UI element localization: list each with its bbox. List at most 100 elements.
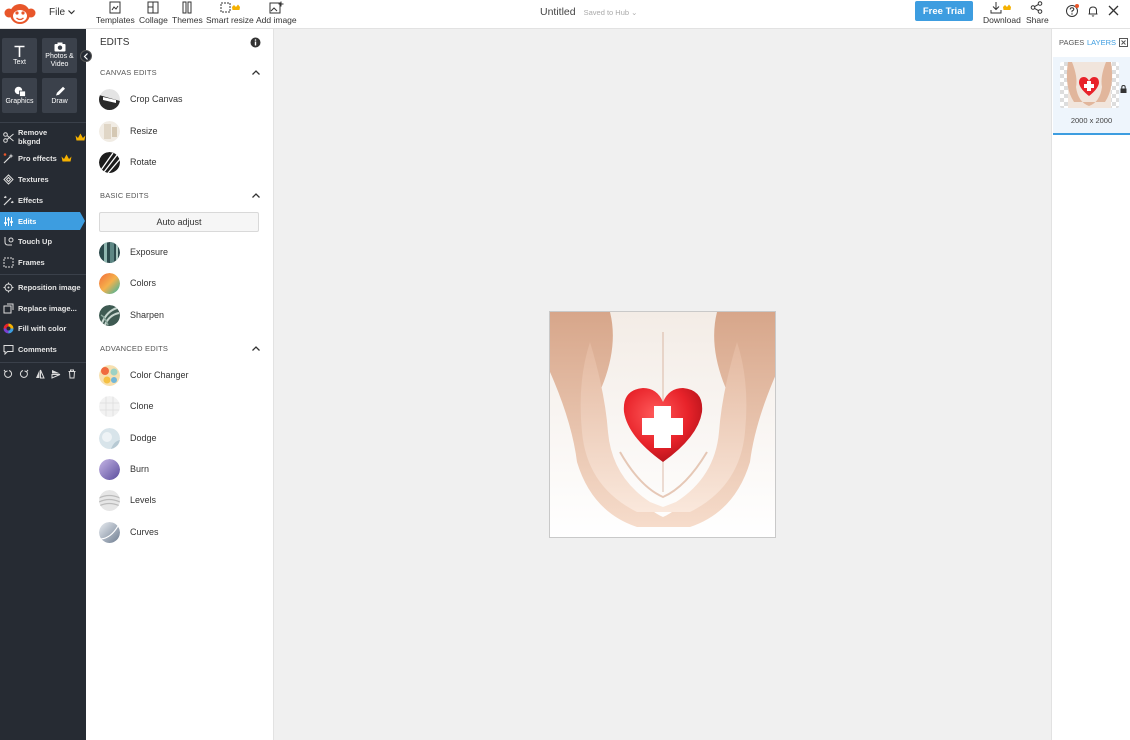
help-icon[interactable]: [1065, 4, 1079, 18]
bell-icon[interactable]: [1086, 4, 1100, 18]
picmonkey-logo[interactable]: [4, 2, 36, 26]
clone-icon: [99, 395, 120, 417]
saved-status[interactable]: Saved to Hub ⌄: [584, 8, 638, 17]
canvas-edits-header[interactable]: CANVAS EDITS: [100, 68, 260, 77]
rail-item-comments[interactable]: Comments: [0, 340, 86, 358]
chevron-up-icon: [252, 70, 260, 75]
redo-button[interactable]: [19, 369, 29, 382]
color-wheel-icon: [3, 323, 14, 333]
edit-label: Curves: [130, 527, 159, 537]
free-trial-button[interactable]: Free Trial: [915, 1, 973, 21]
info-icon[interactable]: [250, 37, 261, 48]
graphics-tile[interactable]: Graphics: [2, 78, 37, 113]
rail-item-pro-effects[interactable]: Pro effects: [0, 149, 86, 167]
rail-item-remove-background[interactable]: Remove bkgnd: [0, 128, 86, 146]
tab-layers[interactable]: LAYERS: [1087, 38, 1116, 47]
tab-pages[interactable]: PAGES: [1059, 38, 1084, 47]
edit-colors[interactable]: Colors: [99, 272, 259, 294]
crown-icon: [231, 4, 240, 10]
delete-button[interactable]: [67, 369, 77, 382]
undo-button[interactable]: [3, 369, 13, 382]
color-changer-icon: [99, 364, 120, 386]
lock-icon[interactable]: [1120, 85, 1127, 93]
edit-curves[interactable]: Curves: [99, 521, 259, 543]
rail-item-frames[interactable]: Frames: [0, 253, 86, 271]
rail-item-label: Pro effects: [18, 153, 57, 163]
edit-label: Dodge: [130, 433, 157, 443]
rail-item-touch-up[interactable]: Touch Up: [0, 232, 86, 250]
artboard-image[interactable]: [549, 311, 776, 538]
advanced-edits-header[interactable]: ADVANCED EDITS: [100, 344, 260, 353]
file-menu-label: File: [49, 7, 66, 18]
edit-rotate[interactable]: Rotate: [99, 151, 259, 173]
edit-color-changer[interactable]: Color Changer: [99, 364, 259, 386]
download-label: Download: [983, 15, 1021, 25]
rail-item-effects[interactable]: Effects: [0, 191, 86, 209]
replace-image-icon: [3, 303, 14, 313]
hands-holding-heart-image: [550, 312, 775, 537]
edit-label: Levels: [130, 495, 157, 505]
templates-label: Templates: [96, 15, 135, 25]
close-panel-icon[interactable]: [1119, 38, 1128, 47]
collapse-panel-button[interactable]: [80, 50, 92, 62]
themes-button[interactable]: Themes: [172, 0, 203, 29]
rail-divider: [0, 274, 86, 275]
layer-thumbnail: [1060, 62, 1119, 108]
document-title-area: Untitled Saved to Hub ⌄: [540, 6, 637, 18]
download-button[interactable]: Download: [983, 0, 1021, 29]
text-tool-tile[interactable]: Text: [2, 38, 37, 73]
rail-item-fill-with-color[interactable]: Fill with color: [0, 319, 86, 337]
file-menu[interactable]: File: [49, 7, 76, 18]
flip-vertical-button[interactable]: [51, 369, 61, 382]
rail-item-textures[interactable]: Textures: [0, 170, 86, 188]
photos-video-tile[interactable]: Photos & Video: [42, 38, 77, 73]
rail-item-label: Touch Up: [18, 236, 53, 246]
templates-button[interactable]: Templates: [96, 0, 135, 29]
collage-button[interactable]: Collage: [139, 0, 168, 29]
close-icon[interactable]: [1107, 4, 1120, 17]
edit-resize[interactable]: Resize: [99, 120, 259, 142]
edit-burn[interactable]: Burn: [99, 458, 259, 480]
levels-icon: [99, 489, 120, 511]
flip-horizontal-button[interactable]: [35, 369, 45, 382]
add-image-button[interactable]: Add image: [256, 0, 297, 29]
rail-item-reposition-image[interactable]: Reposition image: [0, 278, 86, 296]
edit-clone[interactable]: Clone: [99, 395, 259, 417]
themes-icon: [182, 1, 192, 14]
chevron-down-icon: ⌄: [631, 8, 638, 17]
edit-levels[interactable]: Levels: [99, 489, 259, 511]
text-tile-label: Text: [13, 58, 26, 66]
text-icon: [14, 45, 25, 57]
auto-adjust-button[interactable]: Auto adjust: [99, 212, 259, 232]
edit-sharpen[interactable]: Sharpen: [99, 304, 259, 326]
smart-resize-button[interactable]: Smart resize: [206, 0, 254, 29]
flip-horizontal-icon: [36, 369, 45, 379]
colors-icon: [99, 272, 120, 294]
editor-canvas[interactable]: [274, 29, 1051, 740]
rail-item-label: Edits: [18, 216, 37, 226]
share-button[interactable]: Share: [1026, 0, 1049, 29]
exposure-icon: [99, 241, 120, 263]
chevron-up-icon: [252, 193, 260, 198]
layer-item[interactable]: 2000 x 2000: [1053, 57, 1130, 135]
edit-label: Rotate: [130, 157, 157, 167]
panel-title: EDITS: [100, 37, 130, 48]
draw-tile[interactable]: Draw: [42, 78, 77, 113]
rail-item-label: Replace image...: [18, 303, 77, 313]
edit-dodge[interactable]: Dodge: [99, 427, 259, 449]
document-title[interactable]: Untitled: [540, 6, 576, 18]
rail-item-replace-image[interactable]: Replace image...: [0, 299, 86, 317]
rail-item-edits[interactable]: Edits: [0, 212, 80, 230]
share-icon: [1031, 1, 1043, 14]
graphics-tile-label: Graphics: [5, 97, 34, 105]
magic-wand-icon: [3, 152, 14, 163]
crown-icon: [61, 154, 72, 162]
section-heading: BASIC EDITS: [100, 191, 149, 200]
saved-status-label: Saved to Hub: [583, 8, 630, 17]
chevron-up-icon: [252, 346, 260, 351]
edit-crop-canvas[interactable]: Crop Canvas: [99, 88, 259, 110]
edit-exposure[interactable]: Exposure: [99, 241, 259, 263]
edit-label: Resize: [130, 126, 158, 136]
basic-edits-header[interactable]: BASIC EDITS: [100, 191, 260, 200]
edit-label: Colors: [130, 278, 157, 288]
